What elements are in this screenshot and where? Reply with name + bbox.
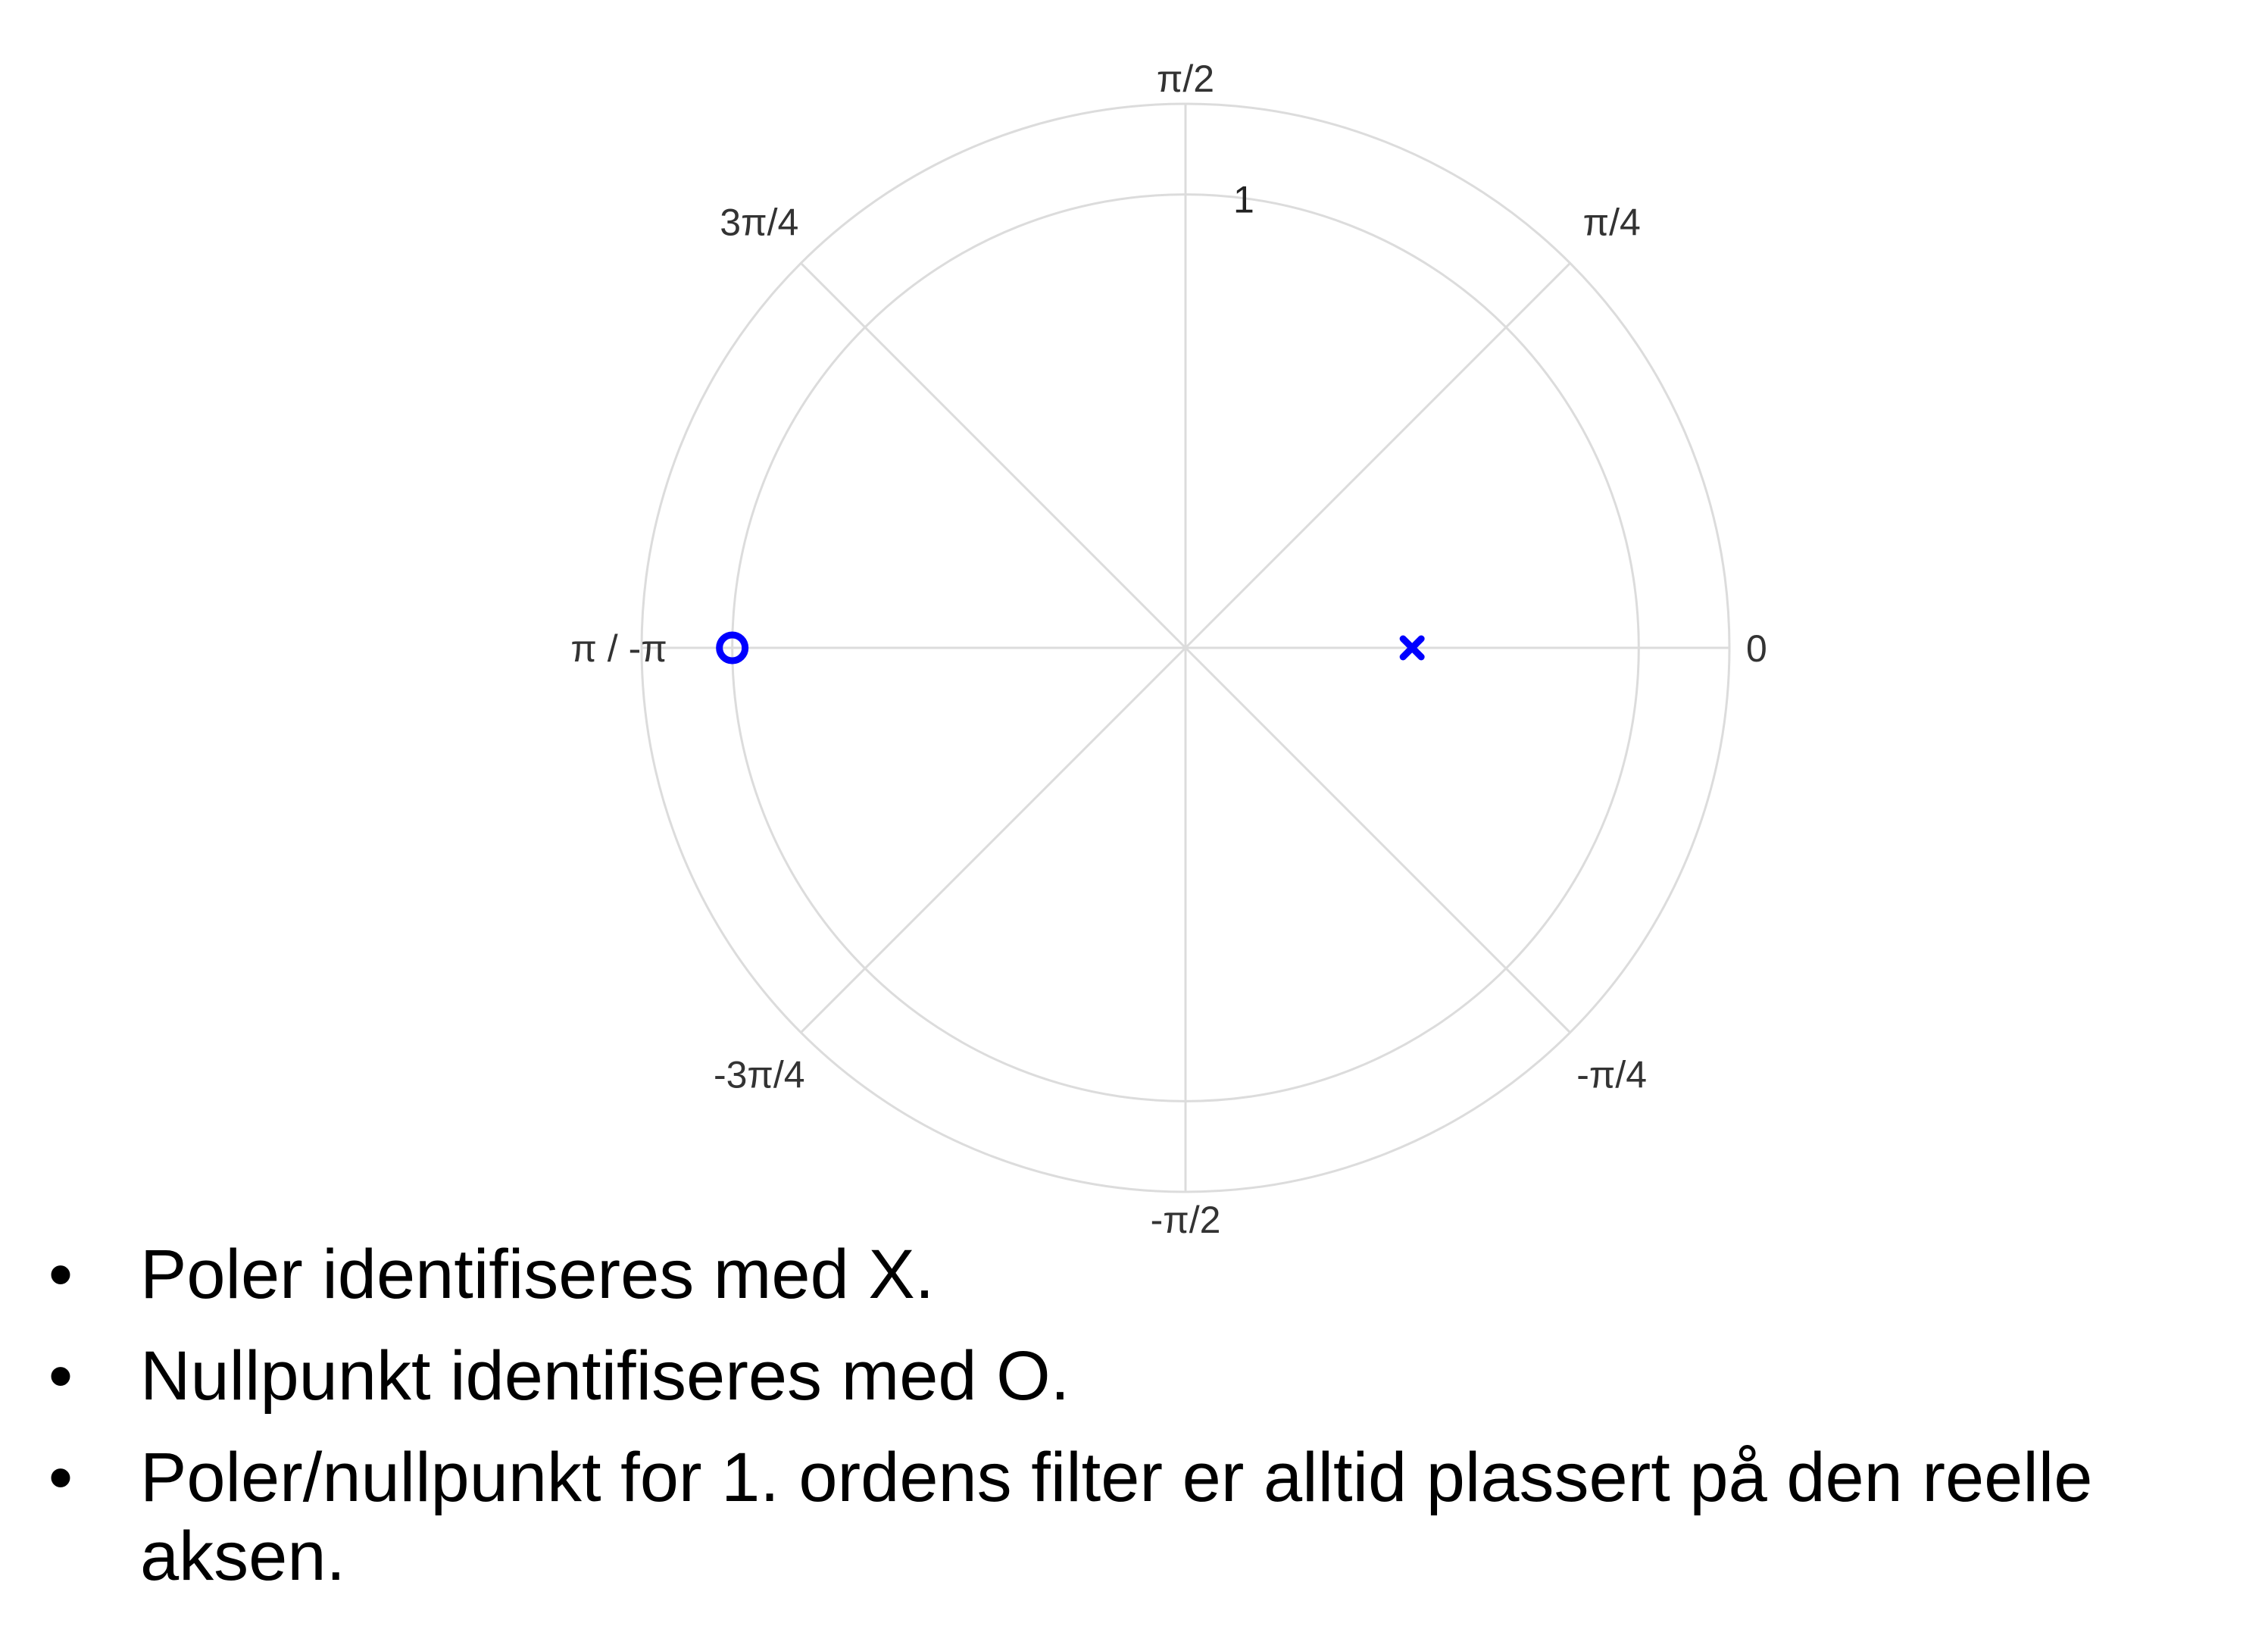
bullet-item-poles: • Poler identifiseres med X. [38, 1235, 2197, 1314]
bullet-text: Poler identifiseres med X. [140, 1236, 935, 1313]
grid-spoke-1 [1184, 262, 1571, 649]
bullet-dot: • [48, 1236, 73, 1313]
bullet-item-first-order: • Poler/nullpunkt for 1. ordens filter e… [38, 1438, 2197, 1596]
angle-label-7: -π/4 [1576, 1054, 1647, 1096]
angle-label-5: -3π/4 [714, 1054, 805, 1096]
angle-label-4: π / -π [570, 627, 667, 670]
bullet-list: • Poler identifiseres med X. • Nullpunkt… [38, 1235, 2197, 1618]
bullet-item-zeros: • Nullpunkt identifiseres med O. [38, 1337, 2197, 1415]
grid-spoke-5 [800, 646, 1187, 1034]
radial-tick-label-0: 1 [1233, 179, 1254, 221]
angle-labels: 0π/4π/23π/4π / -π-3π/4-π/2-π/41 [570, 58, 1767, 1241]
grid-spoke-7 [1184, 646, 1571, 1034]
grid-spoke-3 [800, 262, 1187, 649]
polar-grid [640, 102, 1731, 1193]
angle-label-0: 0 [1746, 627, 1767, 670]
bullet-dot: • [48, 1439, 73, 1516]
angle-label-3: 3π/4 [720, 201, 798, 243]
angle-label-2: π/2 [1157, 58, 1214, 100]
bullet-dot: • [48, 1337, 73, 1415]
bullet-text: Nullpunkt identifiseres med O. [140, 1337, 1070, 1415]
angle-label-1: π/4 [1583, 201, 1641, 243]
bullet-text: Poler/nullpunkt for 1. ordens filter er … [140, 1439, 2093, 1595]
pole-zero-plot: 0π/4π/23π/4π / -π-3π/4-π/2-π/41 [570, 58, 1767, 1241]
